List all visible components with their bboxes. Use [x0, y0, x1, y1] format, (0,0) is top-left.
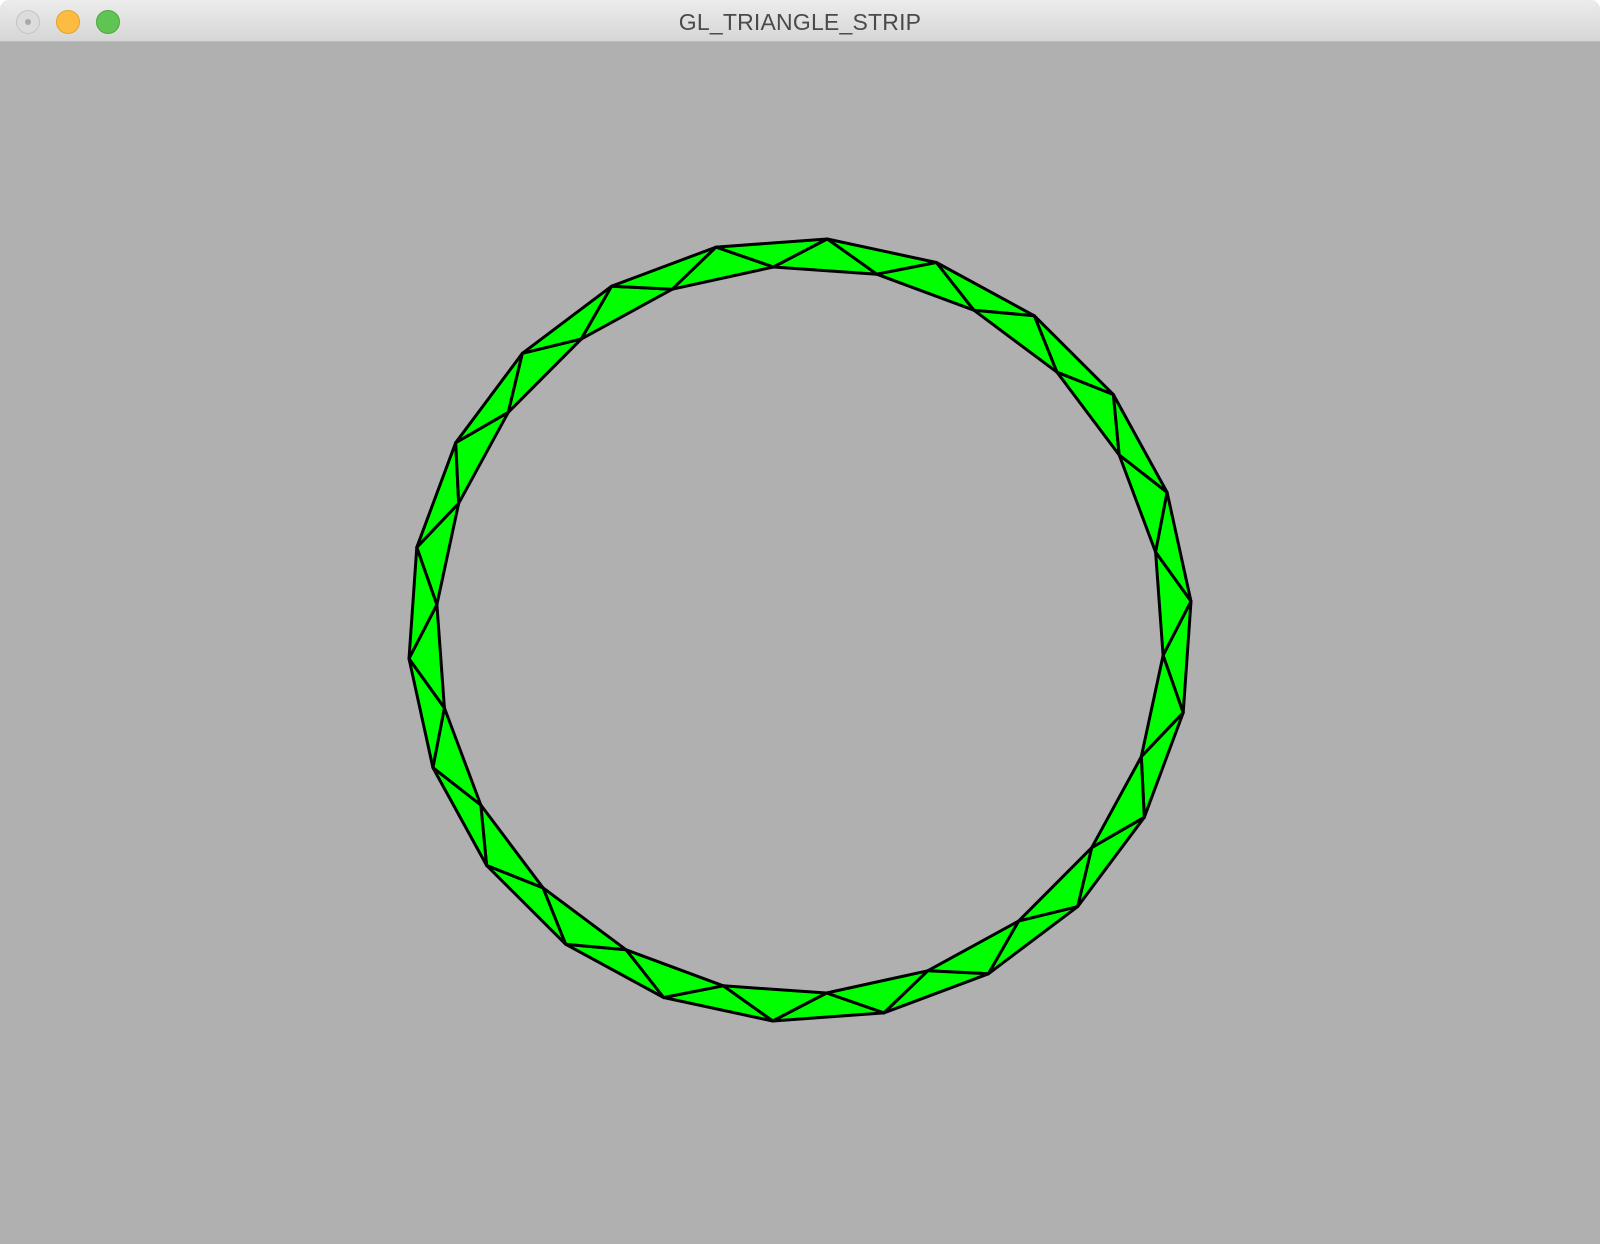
strip-triangle: [579, 284, 674, 341]
strip-triangle: [506, 337, 583, 414]
app-window: GL_TRIANGLE_STRIP: [0, 0, 1600, 1244]
title-bar[interactable]: GL_TRIANGLE_STRIP: [0, 0, 1600, 42]
triangle-layer: [407, 237, 1193, 1023]
window-title: GL_TRIANGLE_STRIP: [678, 9, 922, 35]
strip-triangle: [926, 919, 1021, 976]
triangle-strip-ring: [407, 237, 1193, 1023]
strip-triangle: [479, 803, 545, 890]
strip-triangle: [1055, 370, 1121, 457]
strip-triangle: [1017, 846, 1094, 923]
gl-canvas[interactable]: [0, 42, 1600, 1244]
